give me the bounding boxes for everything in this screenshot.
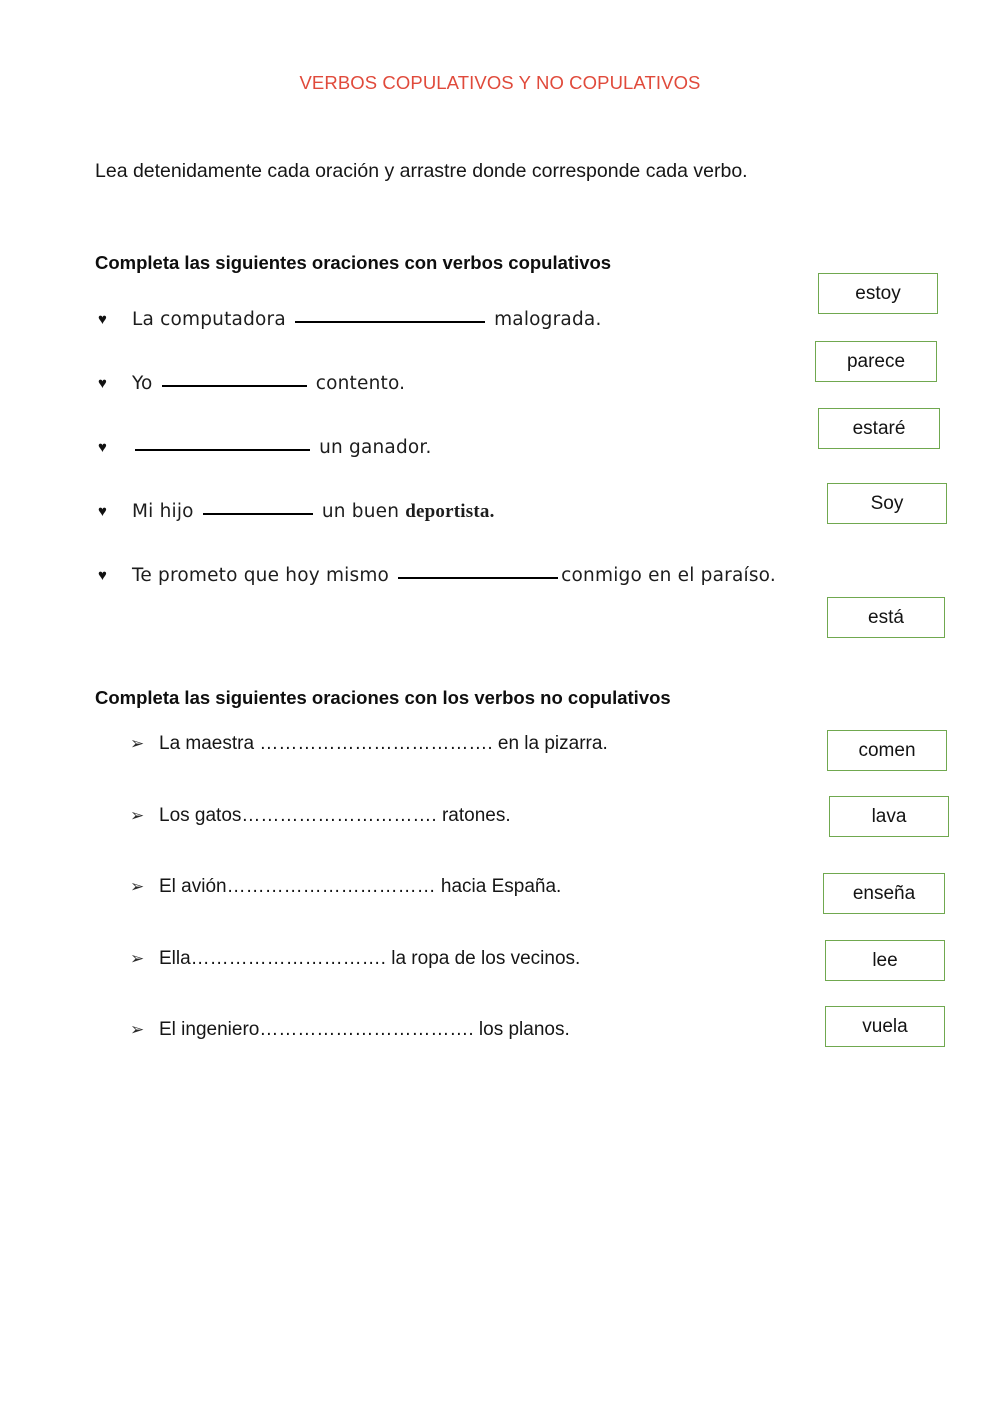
sentence-suffix: un ganador. [313, 437, 432, 458]
no-copulativo-sentence-list: ➢ La maestra ………………………………. en la pizarra.… [130, 731, 790, 1089]
worksheet-page: VERBOS COPULATIVOS Y NO COPULATIVOS Lea … [0, 0, 1000, 1413]
sentence-text[interactable]: Ella…………………………. la ropa de los vecinos. [159, 946, 580, 972]
list-item: ➢ Ella…………………………. la ropa de los vecinos. [130, 946, 790, 1018]
sentence-suffix: malograda. [487, 309, 602, 330]
sentence-suffix: un buen [315, 501, 406, 522]
list-item: ➢ El ingeniero……………………………. los planos. [130, 1017, 790, 1089]
word-tile[interactable]: vuela [825, 1006, 945, 1047]
arrow-bullet-icon: ➢ [130, 805, 145, 825]
sentence-prefix: Yo [132, 373, 159, 394]
sentence-text[interactable]: El avión…………………………… hacia España. [159, 874, 561, 900]
word-tile[interactable]: parece [815, 341, 937, 382]
arrow-bullet-icon: ➢ [130, 734, 145, 753]
word-tile[interactable]: lava [829, 796, 949, 837]
answer-blank[interactable] [202, 513, 313, 515]
answer-blank[interactable] [135, 449, 310, 451]
list-item: ♥ un ganador. [98, 433, 798, 497]
word-tile[interactable]: estaré [818, 408, 940, 449]
instruction-text: Lea detenidamente cada oración y arrastr… [95, 160, 748, 182]
heart-bullet-icon: ♥ [98, 567, 107, 584]
list-item: ♥ Te prometo que hoy mismo conmigo en el … [98, 561, 798, 625]
heart-bullet-icon: ♥ [98, 375, 107, 392]
list-item: ♥ La computadora malograda. [98, 305, 798, 369]
word-tile[interactable]: enseña [823, 873, 945, 914]
list-item: ➢ Los gatos…………………………. ratones. [130, 803, 790, 875]
sentence-text: Mi hijo un buen deportista. [132, 497, 495, 527]
answer-blank[interactable] [294, 321, 485, 323]
word-tile[interactable]: estoy [818, 273, 938, 314]
heart-bullet-icon: ♥ [98, 439, 107, 456]
arrow-bullet-icon: ➢ [130, 948, 145, 968]
sentence-text: Yo contento. [132, 369, 405, 399]
heart-bullet-icon: ♥ [98, 311, 107, 328]
arrow-bullet-icon: ➢ [130, 877, 145, 896]
sentence-text[interactable]: La maestra ………………………………. en la pizarra. [159, 731, 608, 757]
sentence-text: Te prometo que hoy mismo conmigo en el p… [132, 561, 776, 591]
sentence-text: un ganador. [132, 433, 432, 463]
word-tile[interactable]: comen [827, 730, 947, 771]
section-heading-copulativos: Completa las siguientes oraciones con ve… [95, 252, 612, 273]
sentence-suffix: contento. [309, 373, 406, 394]
answer-blank[interactable] [161, 385, 307, 387]
word-tile[interactable]: está [827, 597, 945, 638]
list-item: ➢ El avión…………………………… hacia España. [130, 874, 790, 946]
sentence-prefix: Te prometo que hoy mismo [132, 565, 396, 586]
list-item: ♥ Mi hijo un buen deportista. [98, 497, 798, 561]
arrow-bullet-icon: ➢ [130, 1020, 145, 1039]
sentence-text: La computadora malograda. [132, 305, 602, 335]
sentence-prefix: Mi hijo [132, 501, 200, 522]
sentence-text[interactable]: Los gatos…………………………. ratones. [159, 803, 511, 829]
list-item: ➢ La maestra ………………………………. en la pizarra. [130, 731, 790, 803]
sentence-text[interactable]: El ingeniero……………………………. los planos. [159, 1017, 570, 1043]
section-heading-no-copulativos: Completa las siguientes oraciones con lo… [95, 687, 671, 708]
answer-blank[interactable] [398, 577, 559, 579]
sentence-suffix: conmigo en el paraíso. [561, 565, 776, 586]
sentence-prefix: La computadora [132, 309, 292, 330]
word-tile[interactable]: lee [825, 940, 945, 981]
copulativo-sentence-list: ♥ La computadora malograda. ♥ Yo contento. ♥… [98, 305, 798, 625]
sentence-emphasis: deportista. [405, 501, 495, 522]
heart-bullet-icon: ♥ [98, 503, 107, 520]
list-item: ♥ Yo contento. [98, 369, 798, 433]
page-title: VERBOS COPULATIVOS Y NO COPULATIVOS [299, 72, 701, 93]
word-tile[interactable]: Soy [827, 483, 947, 524]
